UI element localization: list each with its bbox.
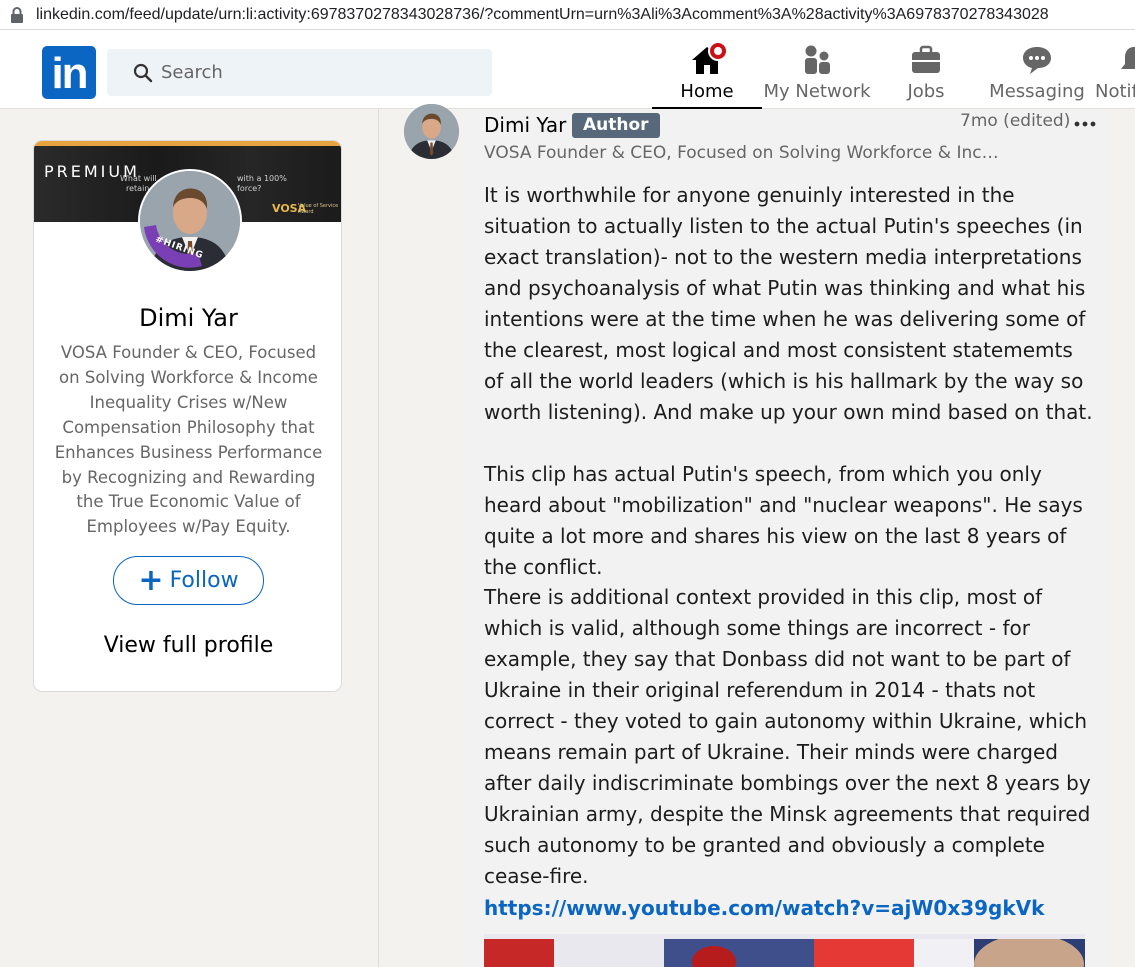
banner-text: force? xyxy=(237,184,262,193)
comment-timestamp: 7mo (edited) xyxy=(960,111,1071,131)
notification-dot xyxy=(708,41,728,61)
profile-name[interactable]: Dimi Yar xyxy=(34,304,341,332)
nav-messaging[interactable]: Messaging xyxy=(980,30,1094,109)
comment-paragraph: There is additional context provided in … xyxy=(484,585,1091,888)
nav-notifications[interactable]: Notif xyxy=(1094,30,1135,109)
author-photo xyxy=(404,104,459,159)
comment-paragraph: It is worthwhile for anyone genuinly int… xyxy=(484,183,1093,424)
network-icon xyxy=(805,45,830,74)
linkedin-logo[interactable]: in xyxy=(42,46,96,99)
messaging-icon xyxy=(1023,47,1051,74)
profile-card: PREMIUM What will retain with a 100% for… xyxy=(33,140,342,692)
top-navigation: in Home My Network Jobs xyxy=(0,30,1135,109)
more-options-icon[interactable] xyxy=(1073,115,1097,133)
youtube-link[interactable]: https://www.youtube.com/watch?v=ajW0x39g… xyxy=(484,893,1044,924)
nav-home-label: Home xyxy=(680,81,734,102)
link-preview-image[interactable] xyxy=(484,934,1085,967)
view-full-profile-link[interactable]: View full profile xyxy=(34,633,341,658)
profile-avatar[interactable]: #HIRING xyxy=(138,169,242,273)
comment-author-headline: VOSA Founder & CEO, Focused on Solving W… xyxy=(484,143,1004,163)
nav-jobs-label: Jobs xyxy=(907,81,945,102)
lock-icon xyxy=(11,6,23,23)
video-thumbnail xyxy=(484,934,1085,967)
author-badge: Author xyxy=(572,113,660,138)
comment-author-avatar[interactable] xyxy=(404,104,459,159)
bell-icon xyxy=(1121,47,1135,69)
briefcase-icon xyxy=(912,45,940,73)
follow-label: Follow xyxy=(169,568,239,593)
active-tab-indicator xyxy=(652,107,762,109)
nav-my-network-label: My Network xyxy=(763,81,871,102)
search-icon xyxy=(133,63,153,83)
nav-my-network[interactable]: My Network xyxy=(762,30,872,109)
url-text: linkedin.com/feed/update/urn:li:activity… xyxy=(36,5,1049,23)
nav-notifications-label: Notif xyxy=(1095,81,1135,102)
banner-text: with a 100% xyxy=(237,174,287,183)
nav-messaging-label: Messaging xyxy=(989,81,1085,102)
comment-paragraph: This clip has actual Putin's speech, fro… xyxy=(484,462,1083,579)
banner-brand-sub: Value of Service Award xyxy=(298,203,339,215)
search-box[interactable] xyxy=(107,49,492,96)
comment-author-name[interactable]: Dimi Yar xyxy=(484,113,566,137)
profile-headline: VOSA Founder & CEO, Focused on Solving W… xyxy=(54,343,323,537)
nav-home[interactable]: Home xyxy=(652,30,762,109)
browser-url-bar[interactable]: linkedin.com/feed/update/urn:li:activity… xyxy=(0,0,1135,30)
nav-jobs[interactable]: Jobs xyxy=(872,30,980,109)
feed-divider xyxy=(378,109,379,967)
search-input[interactable] xyxy=(161,49,481,96)
follow-button[interactable]: + Follow xyxy=(113,556,264,605)
plus-icon: + xyxy=(138,562,164,598)
